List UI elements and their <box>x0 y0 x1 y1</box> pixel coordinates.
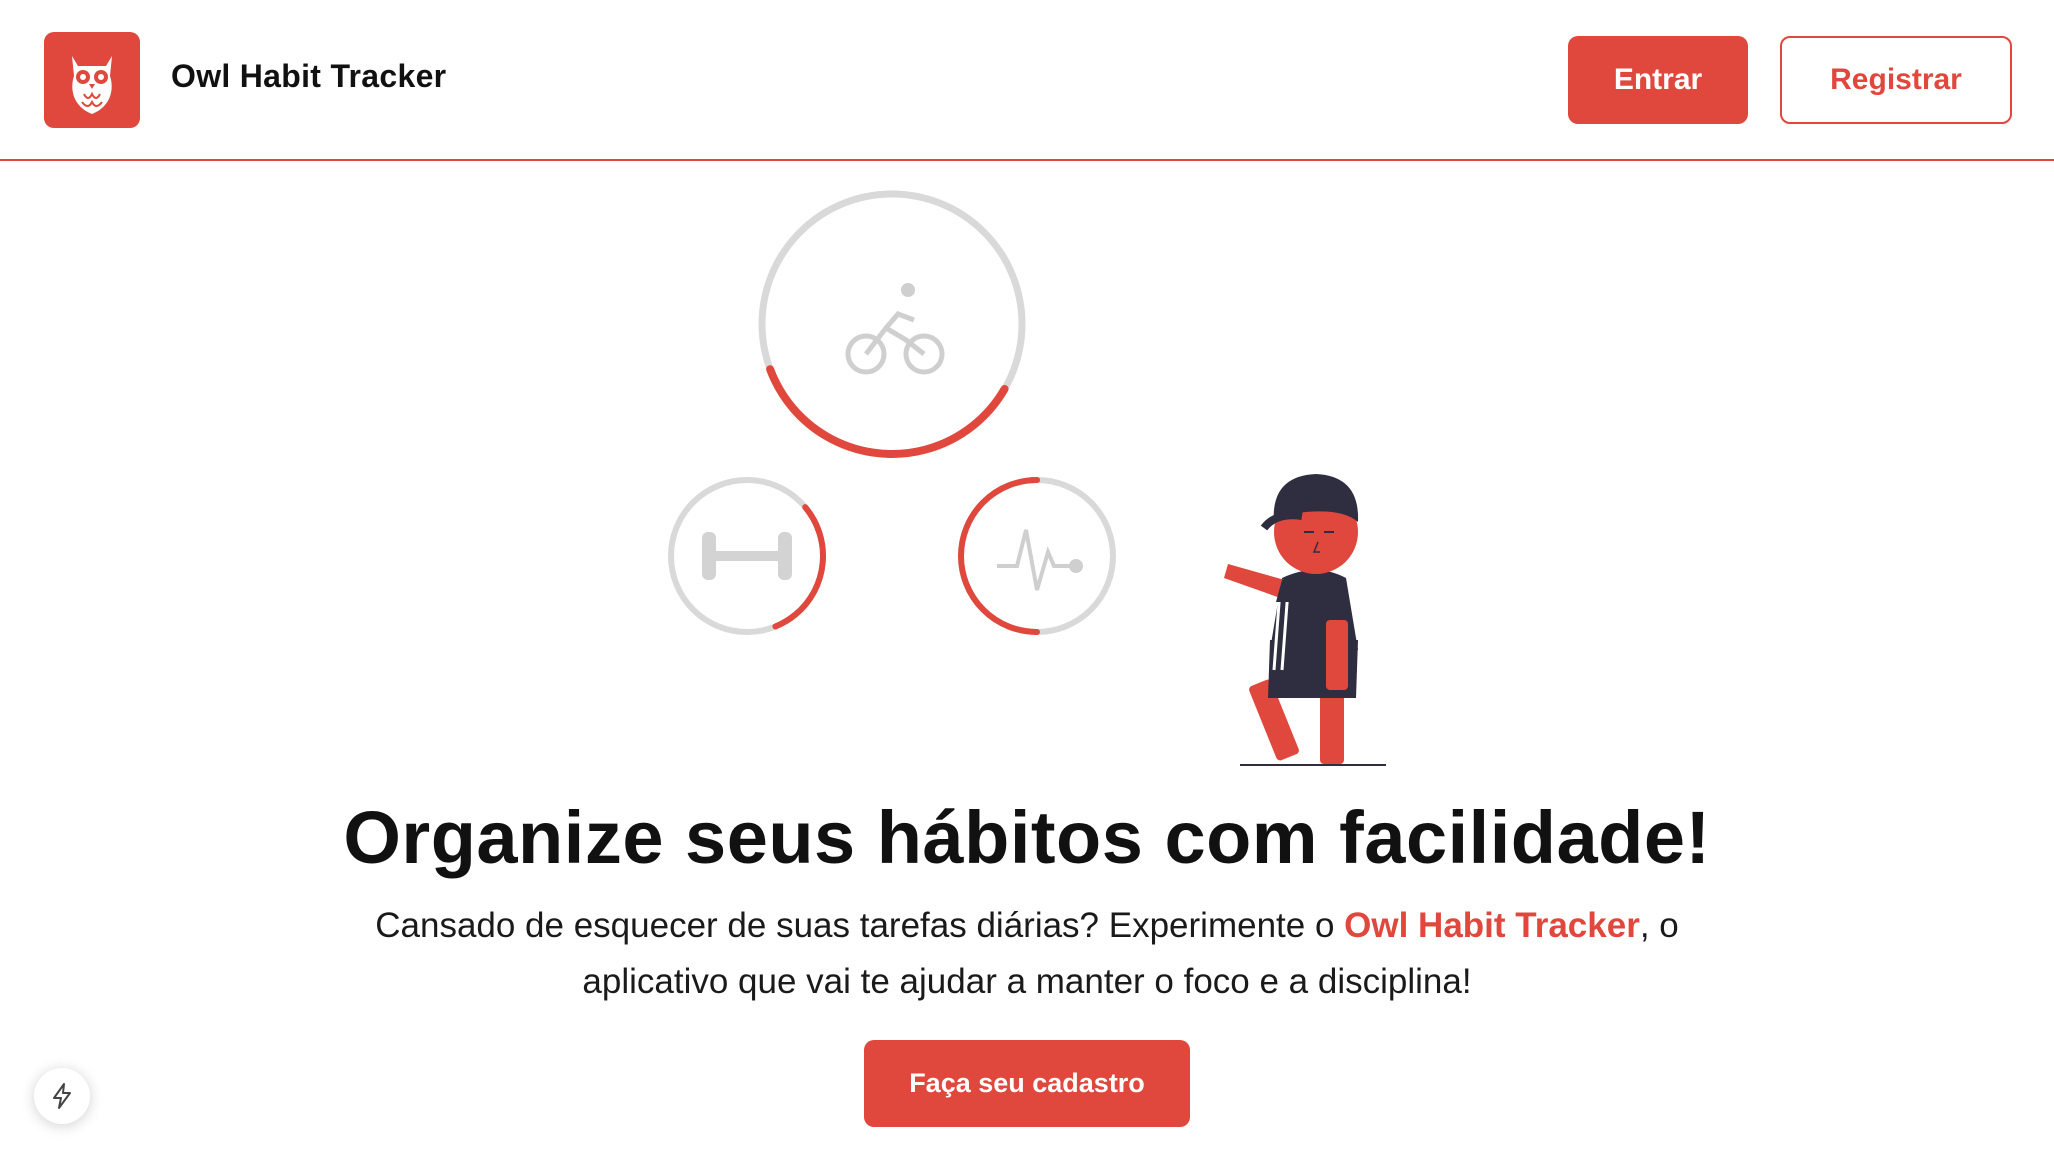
owl-icon <box>72 56 112 114</box>
register-button[interactable]: Registrar <box>1780 36 2012 124</box>
lightning-icon <box>53 1083 71 1109</box>
bicycle-icon <box>845 283 945 375</box>
hero-subtext: Cansado de esquecer de suas tarefas diár… <box>0 898 2054 1010</box>
hero-illustration <box>640 180 1420 780</box>
dumbbell-icon <box>702 532 792 580</box>
dumbbell-progress-ring <box>668 477 826 635</box>
subtext-part-2: , o <box>1639 906 1679 945</box>
top-navbar: Owl Habit Tracker Entrar Registrar <box>0 0 2054 161</box>
subtext-part-1: Cansado de esquecer de suas tarefas diár… <box>375 906 1345 945</box>
bicycle-progress-ring <box>758 190 1026 458</box>
subtext-line-1: Cansado de esquecer de suas tarefas diár… <box>0 898 2054 954</box>
heartbeat-progress-ring <box>958 477 1116 635</box>
person-figure <box>1224 474 1386 766</box>
subtext-line-2: aplicativo que vai te ajudar a manter o … <box>582 962 1472 1001</box>
hero-headline: Organize seus hábitos com facilidade! <box>343 796 1711 879</box>
app-title: Owl Habit Tracker <box>171 58 447 94</box>
heartbeat-icon <box>997 529 1083 591</box>
app-logo[interactable] <box>44 32 140 128</box>
login-button[interactable]: Entrar <box>1568 36 1748 124</box>
signup-cta-button[interactable]: Faça seu cadastro <box>864 1040 1190 1127</box>
dev-tools-badge[interactable] <box>34 1068 90 1124</box>
subtext-brand-highlight: Owl Habit Tracker <box>1344 906 1640 945</box>
